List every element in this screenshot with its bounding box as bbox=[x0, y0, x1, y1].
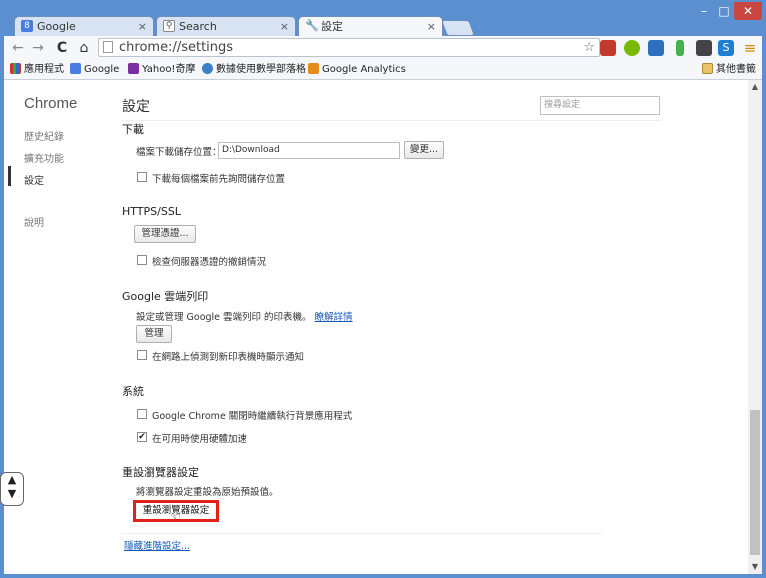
manage-cloud-print-button[interactable]: 管理 bbox=[136, 325, 172, 343]
mouse-cursor-icon: ☜ bbox=[170, 510, 181, 524]
sidebar-selected-marker bbox=[8, 166, 11, 186]
sidebar-item-settings[interactable]: 設定 bbox=[24, 172, 44, 187]
revocation-checkbox[interactable] bbox=[137, 255, 147, 265]
close-tab-icon[interactable]: × bbox=[138, 17, 147, 36]
google-icon: 8 bbox=[21, 20, 33, 32]
extension-puzzle-icon[interactable] bbox=[696, 40, 712, 56]
https-section-title: HTTPS/SSL bbox=[122, 205, 181, 218]
new-tab-button[interactable] bbox=[441, 20, 475, 36]
ask-location-label: 下載每個檔案前先詢問儲存位置 bbox=[152, 174, 286, 185]
forward-button[interactable]: → bbox=[30, 40, 46, 56]
tab-settings[interactable]: 🔧 設定 × bbox=[298, 16, 443, 36]
apps-icon bbox=[10, 63, 21, 74]
cloud-print-section-title: Google 雲端列印 bbox=[122, 290, 209, 303]
sidebar-item-extensions[interactable]: 擴充功能 bbox=[24, 150, 64, 165]
tab-label: 設定 bbox=[321, 20, 343, 33]
page-title: 設定 bbox=[122, 99, 150, 115]
tab-google[interactable]: 8 Google × bbox=[14, 16, 154, 36]
bookmark-yahoo[interactable]: Yahoo!奇摩 bbox=[128, 63, 195, 77]
bookmark-star-icon[interactable]: ☆ bbox=[583, 39, 595, 56]
page-icon bbox=[103, 41, 113, 53]
scroll-down-icon[interactable]: ▼ bbox=[748, 560, 762, 574]
tab-label: Search bbox=[179, 20, 217, 33]
tab-search[interactable]: ⚲ Search × bbox=[156, 16, 296, 36]
hide-advanced-settings-link[interactable]: 隱藏進階設定... bbox=[124, 538, 190, 552]
background-apps-label: Google Chrome 關閉時繼續執行背景應用程式 bbox=[152, 411, 353, 422]
learn-more-link[interactable]: 瞭解詳情 bbox=[315, 312, 353, 323]
analytics-icon bbox=[308, 63, 319, 74]
background-apps-checkbox[interactable] bbox=[137, 409, 147, 419]
close-tab-icon[interactable]: × bbox=[280, 17, 289, 36]
printer-notify-label: 在網路上偵測到新印表機時顯示通知 bbox=[152, 352, 305, 363]
bookmark-google[interactable]: Google bbox=[70, 63, 119, 77]
bookmark-other[interactable]: 其他書籤 bbox=[702, 63, 756, 77]
scroll-down-arrow-icon: ▼ bbox=[7, 487, 17, 500]
bookmark-analytics[interactable]: Google Analytics bbox=[308, 63, 406, 77]
bookmarks-bar: 應用程式 Google Yahoo!奇摩 數據使用數學部落格 Google An… bbox=[4, 61, 762, 80]
bookmark-math-blog[interactable]: 數據使用數學部落格 bbox=[202, 63, 306, 77]
extension-face-icon[interactable] bbox=[624, 40, 640, 56]
revocation-label: 檢查伺服器憑證的撤銷情況 bbox=[152, 257, 267, 268]
globe-icon bbox=[202, 63, 213, 74]
settings-page: Chrome 歷史紀錄 擴充功能 設定 說明 設定 搜尋設定 下載 檔案下載儲存… bbox=[4, 80, 748, 574]
address-bar[interactable]: chrome://settings ☆ bbox=[98, 38, 600, 57]
close-tab-icon[interactable]: × bbox=[427, 17, 436, 36]
extension-battery-icon[interactable] bbox=[676, 40, 684, 56]
search-icon: ⚲ bbox=[163, 20, 175, 32]
scrollbar-thumb[interactable] bbox=[750, 410, 760, 555]
sidebar-item-history[interactable]: 歷史紀錄 bbox=[24, 128, 64, 143]
settings-search-input[interactable]: 搜尋設定 bbox=[540, 96, 660, 115]
sidebar-title: Chrome bbox=[24, 95, 78, 112]
url-text: chrome://settings bbox=[119, 40, 234, 55]
tab-label: Google bbox=[37, 20, 76, 33]
download-location-input[interactable]: D:\Download bbox=[218, 142, 400, 159]
yahoo-icon bbox=[128, 63, 139, 74]
hardware-acceleration-checkbox[interactable]: ✔ bbox=[137, 432, 147, 442]
close-window-button[interactable]: ✕ bbox=[734, 2, 762, 20]
scroll-up-icon[interactable]: ▲ bbox=[748, 80, 762, 94]
bookmark-apps[interactable]: 應用程式 bbox=[10, 63, 64, 77]
header-divider bbox=[122, 120, 662, 121]
download-location-label: 檔案下載儲存位置： bbox=[136, 147, 222, 158]
extension-s-icon[interactable]: S bbox=[718, 40, 734, 56]
printer-notify-checkbox[interactable] bbox=[137, 350, 147, 360]
hardware-acceleration-label: 在可用時使用硬體加速 bbox=[152, 434, 248, 445]
cloud-print-description: 設定或管理 Google 雲端列印 的印表機。 瞭解詳情 bbox=[136, 312, 353, 323]
extension-book-icon[interactable] bbox=[600, 40, 616, 56]
window-frame: – □ ✕ 8 Google × ⚲ Search × 🔧 設定 × ← → C… bbox=[0, 0, 766, 578]
menu-icon[interactable]: ≡ bbox=[742, 40, 758, 56]
reset-description: 將瀏覽器設定重設為原始預設值。 bbox=[136, 487, 279, 498]
toolbar: ← → C ⌂ chrome://settings ☆ S ≡ bbox=[4, 36, 762, 61]
reset-section-title: 重設瀏覽器設定 bbox=[122, 466, 199, 479]
folder-icon bbox=[702, 63, 713, 74]
title-bar: – □ ✕ 8 Google × ⚲ Search × 🔧 設定 × bbox=[0, 0, 766, 36]
maximize-button[interactable]: □ bbox=[714, 2, 734, 20]
downloads-section-title: 下載 bbox=[122, 123, 144, 136]
extension-translate-icon[interactable] bbox=[648, 40, 664, 56]
vertical-scrollbar[interactable]: ▲ ▼ bbox=[748, 80, 762, 574]
system-section-title: 系統 bbox=[122, 385, 144, 398]
footer-divider bbox=[122, 533, 602, 534]
change-location-button[interactable]: 變更... bbox=[404, 141, 444, 159]
autoscroll-widget[interactable]: ▲ ▼ bbox=[0, 472, 24, 506]
reload-button[interactable]: C bbox=[54, 40, 70, 56]
google-icon bbox=[70, 63, 81, 74]
back-button[interactable]: ← bbox=[10, 40, 26, 56]
manage-certificates-button[interactable]: 管理憑證... bbox=[134, 225, 196, 243]
scroll-up-arrow-icon: ▲ bbox=[7, 473, 17, 486]
home-button[interactable]: ⌂ bbox=[76, 40, 92, 56]
minimize-button[interactable]: – bbox=[694, 2, 714, 20]
sidebar-item-help[interactable]: 說明 bbox=[24, 214, 44, 229]
wrench-icon: 🔧 bbox=[305, 19, 319, 32]
ask-location-checkbox[interactable] bbox=[137, 172, 147, 182]
